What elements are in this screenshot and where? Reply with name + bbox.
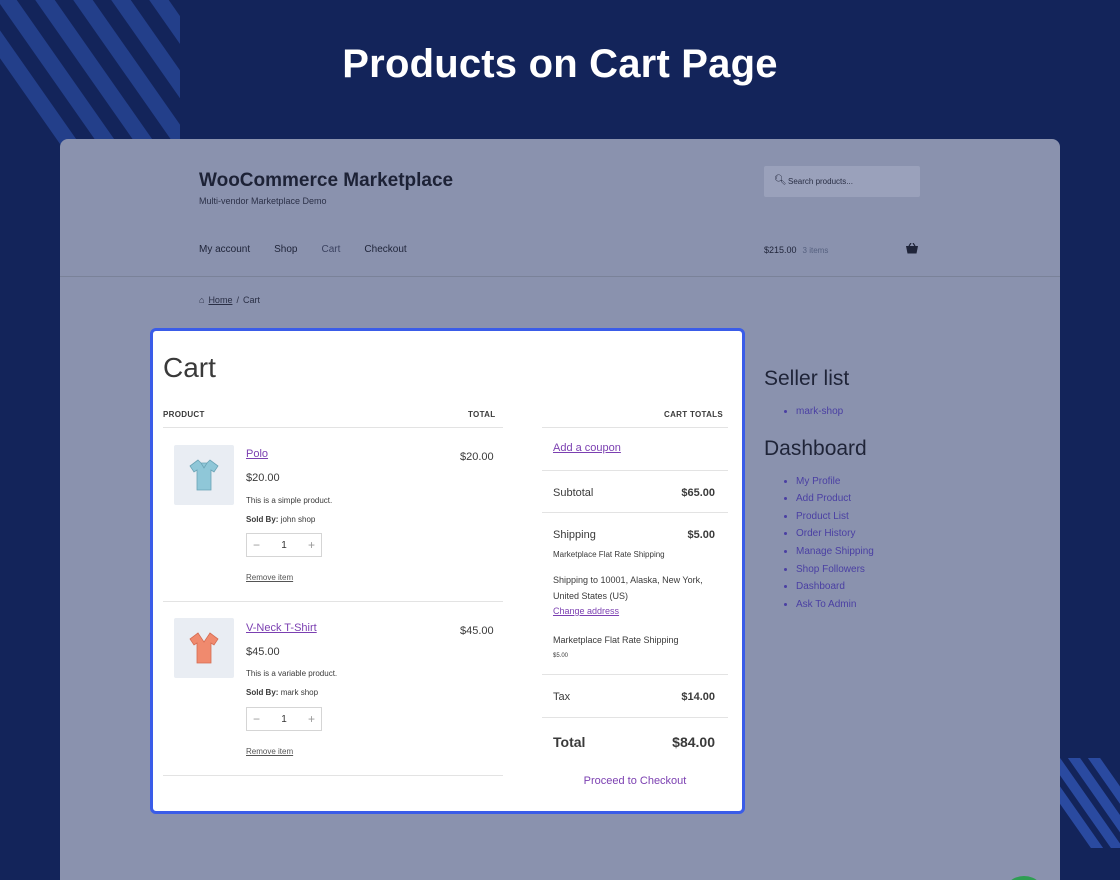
- totals-rule: [542, 717, 728, 718]
- link-my-profile[interactable]: My Profile: [796, 473, 874, 491]
- link-ask-to-admin[interactable]: Ask To Admin: [796, 596, 874, 614]
- search-placeholder: Search products...: [788, 177, 853, 186]
- quantity-stepper[interactable]: − 1 +: [246, 707, 322, 731]
- vendor-shipping-amount: $5.00: [553, 653, 569, 659]
- remove-item-link[interactable]: Remove item: [246, 573, 293, 582]
- product-seller: Sold By: john shop: [246, 515, 315, 524]
- search-icon: 🔍︎: [774, 175, 787, 186]
- subtotal-label: Subtotal: [553, 487, 594, 499]
- col-total-header: TOTAL: [468, 410, 496, 419]
- link-manage-shipping[interactable]: Manage Shipping: [796, 543, 874, 561]
- dashboard-links: My Profile Add Product Product List Orde…: [764, 473, 874, 614]
- page-headline: Products on Cart Page: [342, 42, 778, 86]
- row-divider: [163, 601, 503, 602]
- vendor-shipping-method: Marketplace Flat Rate Shipping: [553, 635, 679, 645]
- seller-name: john shop: [280, 515, 316, 524]
- product-thumbnail-polo[interactable]: [174, 445, 234, 505]
- cart-highlight-card: Cart PRODUCT TOTAL Polo $20.00 This is a…: [150, 328, 745, 814]
- sidebar: Seller list mark-shop Dashboard My Profi…: [764, 367, 874, 629]
- decorative-stripes-bottom-right: [1058, 758, 1120, 848]
- breadcrumb-home[interactable]: Home: [208, 295, 232, 305]
- product-thumbnail-vneck[interactable]: [174, 618, 234, 678]
- link-add-product[interactable]: Add Product: [796, 490, 874, 508]
- link-shop-followers[interactable]: Shop Followers: [796, 561, 874, 579]
- tax-label: Tax: [553, 691, 571, 703]
- proceed-to-checkout-button[interactable]: Proceed to Checkout: [542, 775, 728, 787]
- product-name-link[interactable]: Polo: [246, 448, 268, 460]
- seller-link[interactable]: mark-shop: [796, 403, 874, 421]
- minus-icon[interactable]: −: [253, 538, 260, 552]
- breadcrumb: ⌂ Home / Cart: [199, 295, 260, 305]
- product-price: $20.00: [246, 472, 280, 484]
- table-header-rule: [163, 427, 503, 428]
- nav-checkout[interactable]: Checkout: [364, 244, 406, 255]
- nav-cart[interactable]: Cart: [322, 244, 341, 255]
- seller-name: mark shop: [280, 688, 319, 697]
- cart-totals-heading: CART TOTALS: [664, 410, 723, 419]
- home-icon: ⌂: [199, 295, 205, 305]
- product-description: This is a variable product.: [246, 669, 338, 678]
- main-nav: My account Shop Cart Checkout: [199, 244, 407, 255]
- header-cart-amount: $215.00: [764, 245, 797, 255]
- subtotal-value: $65.00: [681, 487, 715, 499]
- seller-list-heading: Seller list: [764, 367, 850, 390]
- totals-rule: [542, 674, 728, 675]
- plus-icon[interactable]: +: [308, 538, 315, 552]
- quantity-value[interactable]: 1: [281, 540, 287, 551]
- product-seller: Sold By: mark shop: [246, 688, 318, 697]
- breadcrumb-current: Cart: [242, 295, 260, 305]
- cart-title: Cart: [163, 352, 216, 383]
- quantity-value[interactable]: 1: [281, 714, 287, 725]
- sold-by-label: Sold By:: [246, 688, 279, 697]
- quantity-stepper[interactable]: − 1 +: [246, 533, 322, 557]
- shipping-method: Marketplace Flat Rate Shipping: [553, 550, 665, 559]
- product-name-link[interactable]: V-Neck T-Shirt: [246, 622, 317, 634]
- change-address-link[interactable]: Change address: [553, 606, 619, 616]
- site-tagline: Multi-vendor Marketplace Demo: [199, 196, 327, 206]
- seller-list: mark-shop: [764, 403, 874, 421]
- shipping-value: $5.00: [687, 529, 715, 541]
- total-label: Total: [553, 734, 586, 750]
- totals-rule: [542, 427, 728, 428]
- dashboard-heading: Dashboard: [764, 436, 867, 460]
- shipping-label: Shipping: [553, 529, 596, 541]
- col-product-header: PRODUCT: [163, 410, 205, 419]
- row-divider: [163, 775, 503, 776]
- totals-rule: [542, 470, 728, 471]
- total-value: $84.00: [672, 734, 715, 750]
- basket-icon[interactable]: [906, 242, 918, 257]
- header-divider: [60, 276, 1060, 277]
- link-product-list[interactable]: Product List: [796, 508, 874, 526]
- totals-rule: [542, 512, 728, 513]
- link-order-history[interactable]: Order History: [796, 525, 874, 543]
- product-description: This is a simple product.: [246, 496, 333, 505]
- minus-icon[interactable]: −: [253, 712, 260, 726]
- shipping-address: Shipping to 10001, Alaska, New York, Uni…: [553, 575, 703, 601]
- nav-shop[interactable]: Shop: [274, 244, 297, 255]
- header-cart-items: 3 items: [802, 246, 829, 255]
- remove-item-link[interactable]: Remove item: [246, 747, 293, 756]
- search-input[interactable]: 🔍︎ Search products...: [764, 166, 920, 197]
- add-coupon-link[interactable]: Add a coupon: [553, 442, 621, 454]
- site-title[interactable]: WooCommerce Marketplace: [199, 170, 453, 192]
- line-total: $45.00: [460, 625, 494, 637]
- product-price: $45.00: [246, 646, 280, 658]
- line-total: $20.00: [460, 451, 494, 463]
- header-cart-summary[interactable]: $215.00 3 items: [764, 245, 828, 255]
- link-dashboard[interactable]: Dashboard: [796, 578, 874, 596]
- sold-by-label: Sold By:: [246, 515, 279, 524]
- tax-value: $14.00: [681, 691, 715, 703]
- plus-icon[interactable]: +: [308, 712, 315, 726]
- nav-my-account[interactable]: My account: [199, 244, 250, 255]
